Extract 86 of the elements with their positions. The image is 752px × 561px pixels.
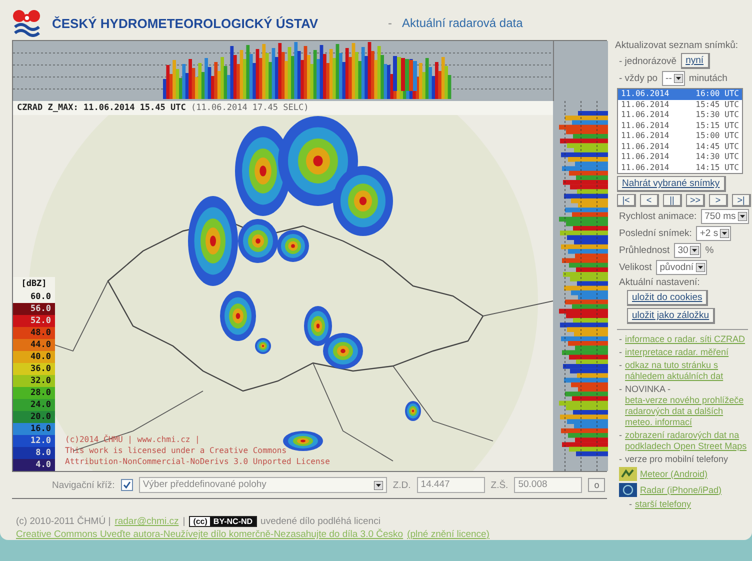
minutes-label: minutách bbox=[688, 73, 728, 84]
snapshot-item[interactable]: 11.06.2014 15:15 UTC bbox=[618, 120, 742, 131]
snapshot-item[interactable]: 11.06.2014 15:00 UTC bbox=[618, 131, 742, 142]
legend-unit: [dBZ] bbox=[20, 278, 48, 291]
legend-level: 8.0 bbox=[13, 447, 55, 459]
snapshot-item[interactable]: 11.06.2014 14:30 UTC bbox=[618, 152, 742, 162]
list-dash: - bbox=[629, 499, 632, 510]
setting-select[interactable]: +2 s bbox=[696, 226, 732, 241]
navigation-cross-label: Navigační kříž: bbox=[52, 480, 115, 490]
longitude-label: Z.D. bbox=[392, 480, 411, 490]
legend-level: 36.0 bbox=[13, 363, 55, 375]
go-button[interactable]: o bbox=[588, 478, 606, 492]
setting-select[interactable]: původní bbox=[656, 260, 707, 275]
snapshot-item[interactable]: 11.06.2014 16:00 UTC bbox=[618, 89, 742, 100]
license-credit: (c)2014 ČHMÚ | www.chmi.cz | bbox=[65, 434, 201, 445]
once-label: - jednorázově bbox=[619, 56, 677, 66]
legend-level: 48.0 bbox=[13, 327, 55, 339]
list-dash: - bbox=[619, 384, 622, 396]
latitude-label: Z.Š. bbox=[490, 480, 508, 490]
license-badge[interactable]: (cc) BY-NC-ND bbox=[189, 516, 257, 527]
snapshot-item[interactable]: 11.06.2014 15:45 UTC bbox=[618, 100, 742, 110]
now-button[interactable]: nyní bbox=[680, 53, 710, 69]
legend-level: 4.0 bbox=[13, 459, 55, 471]
legend-level: 12.0 bbox=[13, 435, 55, 447]
dropdown-caret-icon bbox=[374, 480, 383, 490]
dropdown-caret-icon bbox=[690, 246, 700, 255]
setting-label: Velikost bbox=[619, 262, 652, 273]
legend-level: 60.0 bbox=[30, 291, 52, 303]
snapshot-item[interactable]: 11.06.2014 14:45 UTC bbox=[618, 142, 742, 152]
playback-button[interactable]: >| bbox=[732, 194, 751, 207]
setting-label: Průhlednost bbox=[619, 245, 670, 256]
footer-separator: | bbox=[182, 516, 186, 527]
legend-level: 56.0 bbox=[13, 303, 55, 315]
legend-level: 40.0 bbox=[13, 351, 55, 363]
setting-label: Rychlost animace: bbox=[619, 211, 697, 222]
setting-select[interactable]: 750 ms bbox=[700, 209, 749, 224]
list-dash: - bbox=[619, 360, 622, 372]
dropdown-caret-icon bbox=[738, 212, 747, 221]
copyright-text: (c) 2010-2011 ČHMÚ | bbox=[16, 516, 111, 527]
page-subtitle: Aktuální radarová data bbox=[402, 16, 523, 30]
app-icon bbox=[619, 467, 637, 481]
setting-select[interactable]: 30 bbox=[674, 243, 702, 258]
license-text: uvedené dílo podléhá licenci bbox=[260, 516, 380, 527]
institute-title: ČESKÝ HYDROMETEOROLOGICKÝ ÚSTAV bbox=[52, 16, 318, 30]
list-dash: - bbox=[619, 347, 622, 358]
dropdown-caret-icon bbox=[696, 263, 705, 272]
dropdown-caret-icon bbox=[674, 74, 683, 83]
preset-location-select[interactable]: Výber předdefinované polohy bbox=[138, 477, 387, 493]
legend-level: 20.0 bbox=[13, 411, 55, 423]
snapshot-item[interactable]: 11.06.2014 14:15 UTC bbox=[618, 162, 742, 173]
longitude-field[interactable]: 14.447 bbox=[416, 477, 485, 493]
list-dash: - bbox=[619, 430, 622, 442]
current-settings-label: Aktuální nastavení: bbox=[618, 277, 701, 288]
legend-level: 32.0 bbox=[13, 375, 55, 387]
list-dash: - bbox=[619, 454, 622, 465]
legend-level: 24.0 bbox=[13, 399, 55, 411]
title-separator: - bbox=[388, 16, 392, 30]
radar-app-icon bbox=[619, 483, 637, 497]
license-credit: Attribution-NonCommercial-NoDerivs 3.0 Unported License bbox=[65, 456, 330, 467]
interval-select[interactable]: -- bbox=[662, 71, 685, 86]
save-settings-button[interactable]: uložit do cookies bbox=[627, 290, 708, 306]
news-label: NOVINKA - bbox=[625, 384, 672, 395]
load-snapshots-button[interactable]: Nahrát vybrané snímky bbox=[617, 176, 726, 192]
playback-button[interactable]: >> bbox=[686, 194, 705, 207]
map-title: CZRAD Z_MAX: 11.06.2014 15.45 UTC (11.06.2014 17.45 SELC) bbox=[13, 101, 553, 115]
legend-level: 16.0 bbox=[13, 423, 55, 435]
institute-logo-icon bbox=[12, 9, 42, 37]
list-dash: - bbox=[619, 334, 622, 345]
navigation-cross-checkbox[interactable] bbox=[120, 479, 133, 491]
mobile-versions-label: verze pro mobilní telefony bbox=[625, 454, 728, 465]
setting-label: Poslední snímek: bbox=[619, 228, 692, 239]
license-credit: This work is licensed under a Creative Commons bbox=[65, 445, 288, 456]
snapshot-item[interactable]: 11.06.2014 15:30 UTC bbox=[618, 110, 742, 120]
interval-label: - vždy po bbox=[619, 73, 658, 84]
save-settings-button[interactable]: uložit jako záložku bbox=[627, 308, 716, 324]
playback-button[interactable]: || bbox=[663, 194, 682, 207]
dropdown-caret-icon bbox=[720, 229, 730, 238]
refresh-label: Aktualizovat seznam snímků: bbox=[614, 40, 740, 51]
unit-label: % bbox=[705, 245, 714, 256]
latitude-field[interactable]: 50.008 bbox=[514, 477, 582, 493]
legend-level: 44.0 bbox=[13, 339, 55, 351]
playback-button[interactable]: > bbox=[709, 194, 728, 207]
legend-level: 28.0 bbox=[13, 387, 55, 399]
legend-level: 52.0 bbox=[13, 315, 55, 327]
playback-button[interactable]: |< bbox=[617, 194, 636, 207]
playback-button[interactable]: < bbox=[640, 194, 659, 207]
